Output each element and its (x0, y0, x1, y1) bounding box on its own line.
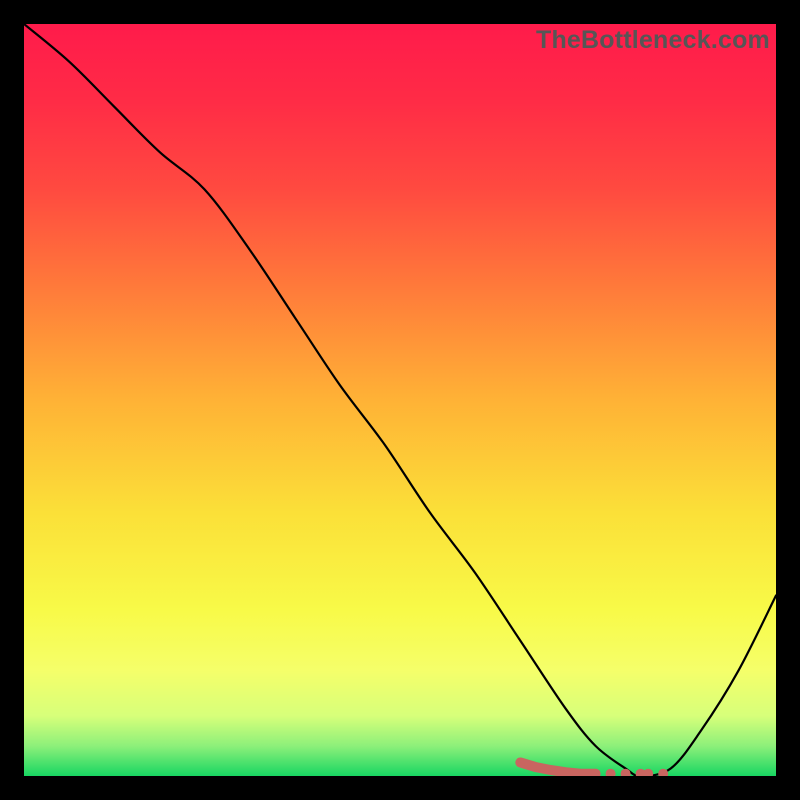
marker-dot (606, 769, 616, 776)
marker-dot (658, 769, 668, 776)
bottleneck-curve (24, 24, 776, 776)
marker-group (520, 762, 668, 776)
plot-area: TheBottleneck.com (24, 24, 776, 776)
chart-container: TheBottleneck.com (0, 0, 800, 800)
marker-trail (520, 762, 595, 773)
marker-dot (643, 769, 653, 776)
watermark-text: TheBottleneck.com (536, 26, 770, 55)
chart-overlay (24, 24, 776, 776)
